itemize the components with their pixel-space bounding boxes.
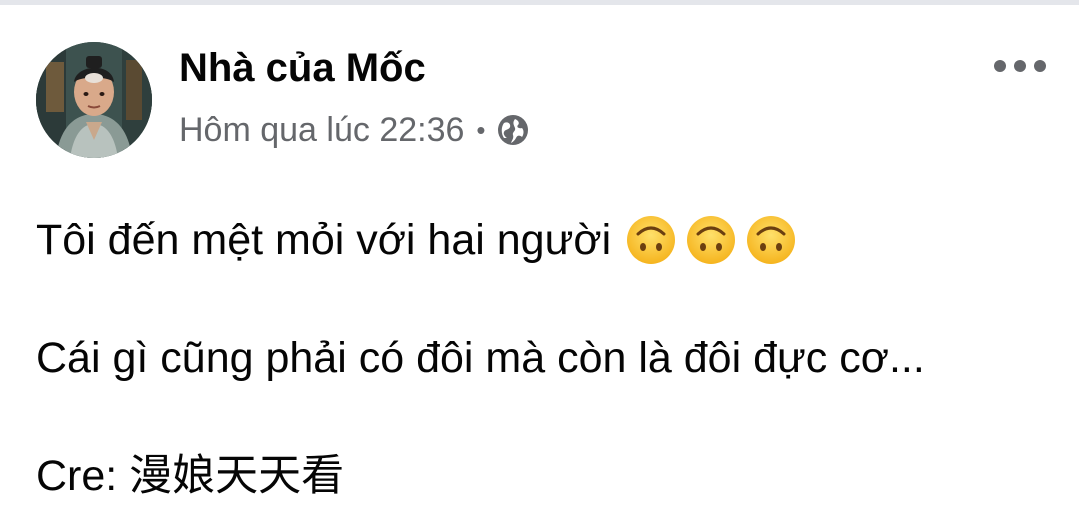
post-credit: Cre: 漫娘天天看 (36, 452, 345, 500)
post-text: Cái gì cũng phải có đôi mà còn là đôi đự… (36, 334, 925, 382)
meta-separator: • (476, 114, 486, 145)
post-paragraph: Cre: 漫娘天天看 (36, 448, 1056, 504)
post-timestamp[interactable]: Hôm qua lúc 22:36 (179, 111, 464, 150)
post-meta: Hôm qua lúc 22:36 • (179, 108, 530, 152)
more-options-dot (1034, 60, 1046, 72)
avatar-image (36, 42, 152, 158)
upside-down-face-emoji (747, 216, 796, 264)
globe-icon[interactable] (496, 113, 530, 147)
author-name[interactable]: Nhà của Mốc (179, 44, 426, 92)
post-header: Nhà của Mốc Hôm qua lúc 22:36 • (36, 42, 1046, 162)
avatar[interactable] (36, 42, 152, 158)
post-body: Tôi đến mệt mỏi với hai người Cái gì cũn… (36, 212, 1056, 504)
post-paragraph: Tôi đến mệt mỏi với hai người (36, 212, 1056, 268)
upside-down-face-emoji (627, 216, 676, 264)
post-paragraph: Cái gì cũng phải có đôi mà còn là đôi đự… (36, 330, 1056, 386)
more-options-button[interactable] (994, 54, 1046, 78)
post-text: Tôi đến mệt mỏi với hai người (36, 216, 612, 264)
more-options-dot (1014, 60, 1026, 72)
top-divider (0, 0, 1079, 5)
upside-down-face-emoji (687, 216, 736, 264)
more-options-dot (994, 60, 1006, 72)
